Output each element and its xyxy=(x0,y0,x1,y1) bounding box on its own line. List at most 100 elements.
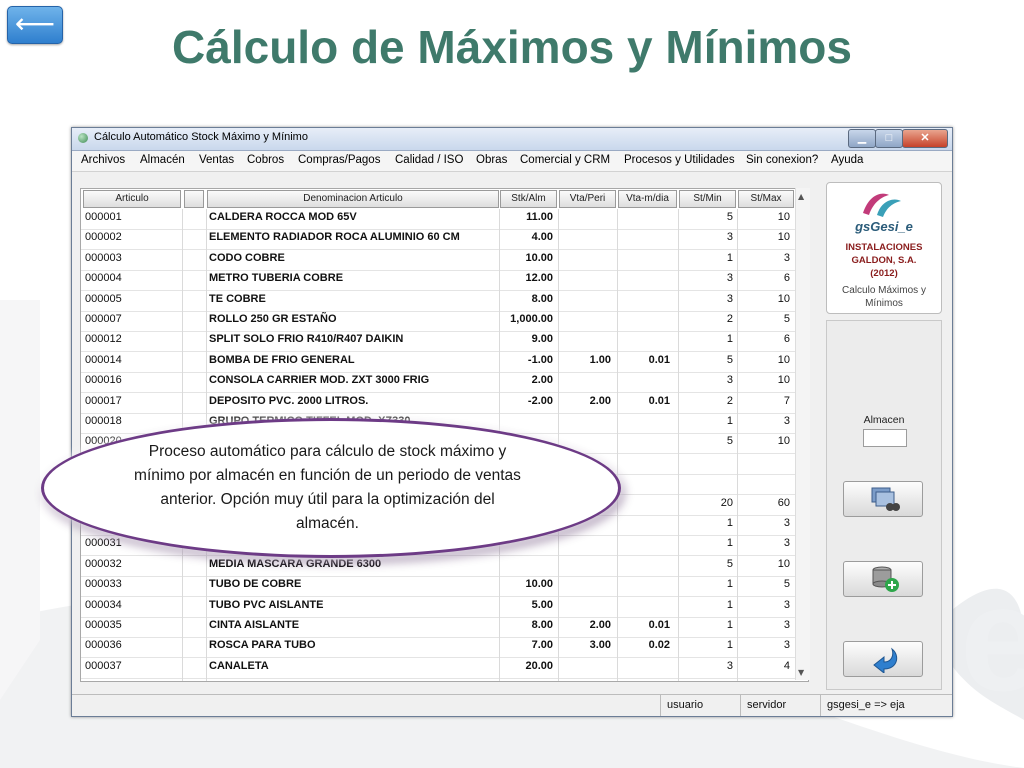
cell-st-max: 6 xyxy=(783,333,790,346)
cell-st-min: 2 xyxy=(726,313,733,325)
cell-stk-alm: 8.00 xyxy=(531,292,553,305)
almacen-input[interactable] xyxy=(863,429,907,447)
scroll-down-icon[interactable]: ▼ xyxy=(798,668,804,677)
cell-articulo: 000031 xyxy=(85,537,122,550)
menu-sin-conexion[interactable]: Sin conexion? xyxy=(746,154,818,166)
report-button[interactable] xyxy=(843,481,923,517)
cell-stk-alm: 12.00 xyxy=(525,272,553,285)
table-row[interactable]: 000032 MEDIA MASCARA GRANDE 6300 5 10 xyxy=(81,556,808,577)
table-row[interactable]: 000003 CODO COBRE 10.00 1 3 xyxy=(81,250,808,271)
module-subtitle: Calculo Máximos y Mínimos xyxy=(827,284,941,310)
table-row[interactable]: 000016 CONSOLA CARRIER MOD. ZXT 3000 FRIG… xyxy=(81,372,808,394)
menu-almacen[interactable]: Almacén xyxy=(140,154,185,166)
cell-articulo: 000034 xyxy=(85,598,122,611)
cell-stk-alm: 2.00 xyxy=(531,374,553,387)
cell-st-min: 2 xyxy=(726,394,733,407)
cell-denominacion: TE COBRE xyxy=(209,292,266,305)
table-row[interactable]: 000002 ELEMENTO RADIADOR ROCA ALUMINIO 60… xyxy=(81,229,808,251)
cell-st-max: 10 xyxy=(777,292,790,305)
column-divider xyxy=(678,209,679,681)
menu-cobros[interactable]: Cobros xyxy=(247,154,284,166)
table-row[interactable]: 000035 CINTA AISLANTE 8.00 2.00 0.01 1 3 xyxy=(81,617,808,638)
column-divider xyxy=(617,209,618,681)
cell-st-min: 1 xyxy=(726,598,733,611)
cell-vta-peri: 2.00 xyxy=(589,394,611,407)
brand-name: gsGesi_e xyxy=(855,219,913,234)
table-row[interactable]: 000012 SPLIT SOLO FRIO R410/R407 DAIKIN 9.… xyxy=(81,331,808,353)
window-titlebar[interactable]: Cálculo Automático Stock Máximo y Mínimo… xyxy=(72,128,952,151)
table-row[interactable]: 000037 CANALETA 20.00 3 4 xyxy=(81,658,808,679)
cell-denominacion: TUBO DE COBRE xyxy=(209,578,302,591)
header-vta-peri[interactable]: Vta/Peri xyxy=(559,190,616,208)
cell-st-max: 3 xyxy=(783,251,790,264)
cell-st-min: 1 xyxy=(726,639,733,652)
cell-denominacion: ELEMENTO RADIADOR ROCA ALUMINIO 60 CM xyxy=(209,231,460,244)
cell-articulo: 000003 xyxy=(85,251,122,264)
almacen-label: Almacen xyxy=(863,414,905,426)
header-st-min[interactable]: St/Min xyxy=(679,190,736,208)
table-row[interactable]: 000007 ROLLO 250 GR ESTAÑO 1,000.00 2 5 xyxy=(81,311,808,332)
header-blank xyxy=(184,190,204,208)
table-row[interactable]: 000036 ROSCA PARA TUBO 7.00 3.00 0.02 1 3 xyxy=(81,637,808,659)
header-st-max[interactable]: St/Max xyxy=(738,190,794,208)
company-line: GALDON, S.A. xyxy=(851,255,917,266)
menu-obras[interactable]: Obras xyxy=(476,154,507,166)
cell-st-max: 10 xyxy=(777,231,790,244)
cell-st-min: 1 xyxy=(726,333,733,346)
cell-st-max: 6 xyxy=(783,272,790,285)
minimize-button[interactable]: ▁ xyxy=(848,129,876,148)
cell-denominacion: DEPOSITO PVC. 2000 LITROS. xyxy=(209,394,369,407)
close-button[interactable]: ✕ xyxy=(902,129,948,148)
add-database-button[interactable] xyxy=(843,561,923,597)
table-header: Articulo Denominacion Articulo Stk/Alm V… xyxy=(81,189,808,209)
menu-calidad-iso[interactable]: Calidad / ISO xyxy=(395,154,463,166)
table-row[interactable]: 000034 TUBO PVC AISLANTE 5.00 1 3 xyxy=(81,597,808,618)
cell-vta-m-dia: 0.01 xyxy=(648,619,670,631)
cell-st-min: 1 xyxy=(726,578,733,591)
cell-st-max: 4 xyxy=(783,659,790,672)
table-row[interactable]: 000033 TUBO DE COBRE 10.00 1 5 xyxy=(81,576,808,598)
cell-vta-m-dia: 0.01 xyxy=(648,353,670,366)
menu-procesos-utilidades[interactable]: Procesos y Utilidades xyxy=(624,154,735,166)
table-row[interactable]: 000014 BOMBA DE FRIO GENERAL -1.00 1.00 0.01… xyxy=(81,352,808,373)
status-bar: usuario servidor gsgesi_e => eja xyxy=(72,694,952,716)
header-articulo[interactable]: Articulo xyxy=(83,190,181,208)
menu-comercial-crm[interactable]: Comercial y CRM xyxy=(520,154,610,166)
cell-denominacion: BOMBA DE FRIO GENERAL xyxy=(209,353,355,366)
cell-st-max: 5 xyxy=(783,313,790,325)
status-server: servidor xyxy=(740,695,819,716)
table-scrollbar[interactable]: ▲ ▼ xyxy=(795,188,810,680)
cell-denominacion: ROSCA PARA TUBO xyxy=(209,639,316,652)
header-denominacion[interactable]: Denominacion Articulo xyxy=(207,190,499,208)
table-row[interactable]: 000005 TE COBRE 8.00 3 10 xyxy=(81,291,808,312)
close-icon: ✕ xyxy=(920,132,930,144)
action-panel: Almacen xyxy=(826,320,942,690)
cell-stk-alm: 4.00 xyxy=(531,231,553,244)
cell-st-max: 5 xyxy=(783,578,790,591)
cell-articulo: 000005 xyxy=(85,292,122,305)
table-row[interactable]: 000004 METRO TUBERIA COBRE 12.00 3 6 xyxy=(81,270,808,292)
cell-vta-peri: 2.00 xyxy=(589,619,611,631)
header-vta-m-dia[interactable]: Vta-m/dia xyxy=(618,190,677,208)
company-line: INSTALACIONES xyxy=(845,242,923,253)
maximize-button[interactable]: □ xyxy=(875,129,903,148)
cell-stk-alm: -1.00 xyxy=(527,353,553,366)
header-stk-alm[interactable]: Stk/Alm xyxy=(500,190,557,208)
cell-st-min: 3 xyxy=(726,659,733,672)
status-user: usuario xyxy=(660,695,739,716)
cell-articulo: 000001 xyxy=(85,211,122,223)
cell-st-max: 3 xyxy=(783,598,790,611)
status-app: gsgesi_e => eja xyxy=(820,695,952,716)
menu-compras-pagos[interactable]: Compras/Pagos xyxy=(298,154,380,166)
menu-ayuda[interactable]: Ayuda xyxy=(831,154,863,166)
scroll-up-icon[interactable]: ▲ xyxy=(798,192,804,201)
cell-stk-alm: 11.00 xyxy=(526,211,553,223)
application-window: Cálculo Automático Stock Máximo y Mínimo… xyxy=(71,127,953,717)
menu-archivos[interactable]: Archivos xyxy=(81,154,125,166)
menu-ventas[interactable]: Ventas xyxy=(199,154,234,166)
table-row[interactable]: 000001 CALDERA ROCCA MOD 65V 11.00 5 10 xyxy=(81,209,808,230)
table-row[interactable]: 000017 DEPOSITO PVC. 2000 LITROS. -2.00 2.0… xyxy=(81,393,808,414)
cell-denominacion: TUBO PVC AISLANTE xyxy=(209,598,324,611)
minimize-icon: ▁ xyxy=(857,132,867,144)
return-button[interactable] xyxy=(843,641,923,677)
